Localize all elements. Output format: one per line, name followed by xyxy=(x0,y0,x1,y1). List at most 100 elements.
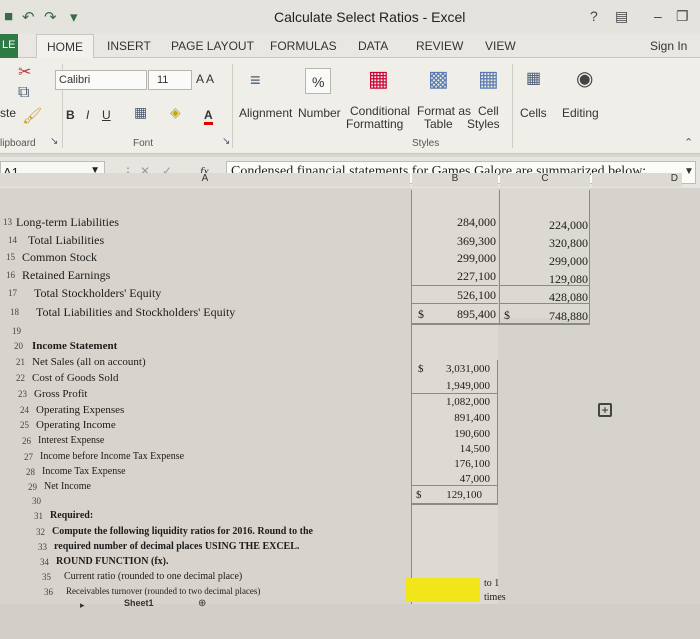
row-label[interactable]: Net Sales (all on account) xyxy=(32,356,146,368)
font-size-select[interactable]: 11 xyxy=(148,70,192,90)
grow-shrink-font-button[interactable]: A A xyxy=(196,72,214,86)
copy-icon[interactable]: ⧉ xyxy=(18,84,29,102)
row-number[interactable]: 36 xyxy=(44,587,53,597)
tab-file[interactable]: LE xyxy=(0,34,18,58)
clipboard-launcher-icon[interactable]: ↘ xyxy=(50,136,58,147)
cell-c-value[interactable]: 428,080 xyxy=(500,290,588,305)
row-number[interactable]: 31 xyxy=(34,511,43,521)
row-label[interactable]: Total Stockholders' Equity xyxy=(34,286,161,301)
conditional-formatting-button[interactable]: Conditional xyxy=(350,104,410,118)
row-label[interactable]: Net Income xyxy=(44,481,91,492)
cell-b-value[interactable]: 891,400 xyxy=(412,412,490,424)
paste-button[interactable]: ste xyxy=(0,106,16,120)
row-number[interactable]: 18 xyxy=(10,307,19,317)
cell-b-value[interactable]: 895,400 xyxy=(412,307,496,322)
cell-b-value[interactable]: 369,300 xyxy=(412,234,496,249)
row-number[interactable]: 21 xyxy=(16,357,25,367)
tab-formulas[interactable]: FORMULAS xyxy=(270,39,337,53)
expand-formula-icon[interactable]: ▼ xyxy=(684,166,694,177)
tab-insert[interactable]: INSERT xyxy=(107,39,151,53)
sheet-tab-sheet1[interactable]: Sheet1 xyxy=(124,598,154,608)
redo-icon[interactable]: ↷ xyxy=(44,8,57,26)
tab-page-layout[interactable]: PAGE LAYOUT xyxy=(171,39,254,53)
row-label[interactable]: Operating Expenses xyxy=(36,404,124,416)
cell-c-value[interactable]: 129,080 xyxy=(500,272,588,287)
row-number[interactable]: 17 xyxy=(8,288,17,298)
cell-b-value[interactable]: 3,031,000 xyxy=(412,363,490,375)
row-number[interactable]: 19 xyxy=(12,326,21,336)
row-number[interactable]: 33 xyxy=(38,542,47,552)
row-label[interactable]: Receivables turnover (rounded to two dec… xyxy=(66,586,260,596)
tab-view[interactable]: VIEW xyxy=(485,39,516,53)
row-label[interactable]: Current ratio (rounded to one decimal pl… xyxy=(64,571,242,582)
borders-icon[interactable]: ▦ xyxy=(134,104,147,121)
number-format-icon[interactable]: % xyxy=(305,68,331,94)
row-number[interactable]: 15 xyxy=(6,252,15,262)
fill-color-icon[interactable]: ◈ xyxy=(170,104,181,121)
alignment-button[interactable]: Alignment xyxy=(239,106,292,120)
row-label[interactable]: Retained Earnings xyxy=(22,268,110,283)
quick-access-icon[interactable]: ▾ xyxy=(70,8,78,26)
sign-in-link[interactable]: Sign In xyxy=(650,39,687,53)
cell-b-value[interactable]: 14,500 xyxy=(412,443,490,455)
answer-input-cell[interactable] xyxy=(406,578,480,602)
number-button[interactable]: Number xyxy=(298,106,341,120)
cell-b-value[interactable]: 1,082,000 xyxy=(412,396,490,408)
cell-c-value[interactable]: 748,880 xyxy=(500,309,588,324)
format-as-table-button[interactable]: Format as xyxy=(417,104,471,118)
restore-button[interactable]: ❐ xyxy=(676,8,689,25)
row-label[interactable]: Operating Income xyxy=(36,419,116,431)
row-label[interactable]: Required: xyxy=(50,510,93,521)
column-header-a[interactable]: A xyxy=(0,173,410,187)
font-launcher-icon[interactable]: ↘ xyxy=(222,136,230,147)
row-number[interactable]: 14 xyxy=(8,235,17,245)
cut-icon[interactable]: ✂ xyxy=(18,62,31,82)
format-as-table-icon[interactable]: ▩ xyxy=(428,66,449,92)
cell-b-value[interactable]: 129,100 xyxy=(412,489,482,501)
cell-b-value[interactable]: 1,949,000 xyxy=(412,380,490,392)
row-number[interactable]: 20 xyxy=(14,341,23,351)
row-number[interactable]: 27 xyxy=(24,452,33,462)
help-button[interactable]: ? xyxy=(590,8,598,24)
row-number[interactable]: 32 xyxy=(36,527,45,537)
row-number[interactable]: 30 xyxy=(32,496,41,506)
row-label[interactable]: Common Stock xyxy=(22,250,97,265)
row-number[interactable]: 23 xyxy=(18,389,27,399)
cells-icon[interactable]: ▦ xyxy=(526,68,541,88)
underline-button[interactable]: U xyxy=(102,108,111,122)
row-label[interactable]: Income Tax Expense xyxy=(42,466,126,477)
save-icon[interactable]: ■ xyxy=(4,8,13,25)
minimize-button[interactable]: – xyxy=(654,8,662,24)
cell-styles-icon[interactable]: ▦ xyxy=(478,66,499,92)
tab-review[interactable]: REVIEW xyxy=(416,39,463,53)
column-header-b[interactable]: B xyxy=(412,173,498,187)
tab-data[interactable]: DATA xyxy=(358,39,388,53)
section-title[interactable]: Income Statement xyxy=(32,340,117,352)
row-label[interactable]: Total Liabilities and Stockholders' Equi… xyxy=(36,305,235,320)
row-label[interactable]: Long-term Liabilities xyxy=(16,215,119,230)
row-label[interactable]: Interest Expense xyxy=(38,435,104,446)
cell-b-value[interactable]: 299,000 xyxy=(412,251,496,266)
row-label[interactable]: required number of decimal places USING … xyxy=(54,541,299,552)
add-sheet-icon[interactable]: ⊕ xyxy=(198,598,206,609)
row-number[interactable]: 34 xyxy=(40,557,49,567)
row-number[interactable]: 28 xyxy=(26,467,35,477)
cell-b-value[interactable]: 227,100 xyxy=(412,269,496,284)
row-label[interactable]: Gross Profit xyxy=(34,388,87,400)
cells-button[interactable]: Cells xyxy=(520,106,547,120)
alignment-icon[interactable]: ≡ xyxy=(250,70,261,91)
row-label[interactable]: ROUND FUNCTION (fx). xyxy=(56,556,169,567)
row-number[interactable]: 26 xyxy=(22,436,31,446)
find-binoculars-icon[interactable]: ◉ xyxy=(576,66,593,91)
editing-button[interactable]: Editing xyxy=(562,106,599,120)
row-number[interactable]: 16 xyxy=(6,270,15,280)
column-header-c[interactable]: C xyxy=(500,173,590,187)
sheet-nav-icon[interactable]: ▸ xyxy=(80,600,85,611)
row-label[interactable]: Compute the following liquidity ratios f… xyxy=(52,526,313,537)
cell-b-value[interactable]: 284,000 xyxy=(412,215,496,230)
row-number[interactable]: 25 xyxy=(20,420,29,430)
row-number[interactable]: 35 xyxy=(42,572,51,582)
tab-home[interactable]: HOME xyxy=(36,34,94,59)
font-name-select[interactable]: Calibri xyxy=(55,70,147,90)
italic-button[interactable]: I xyxy=(86,108,89,122)
